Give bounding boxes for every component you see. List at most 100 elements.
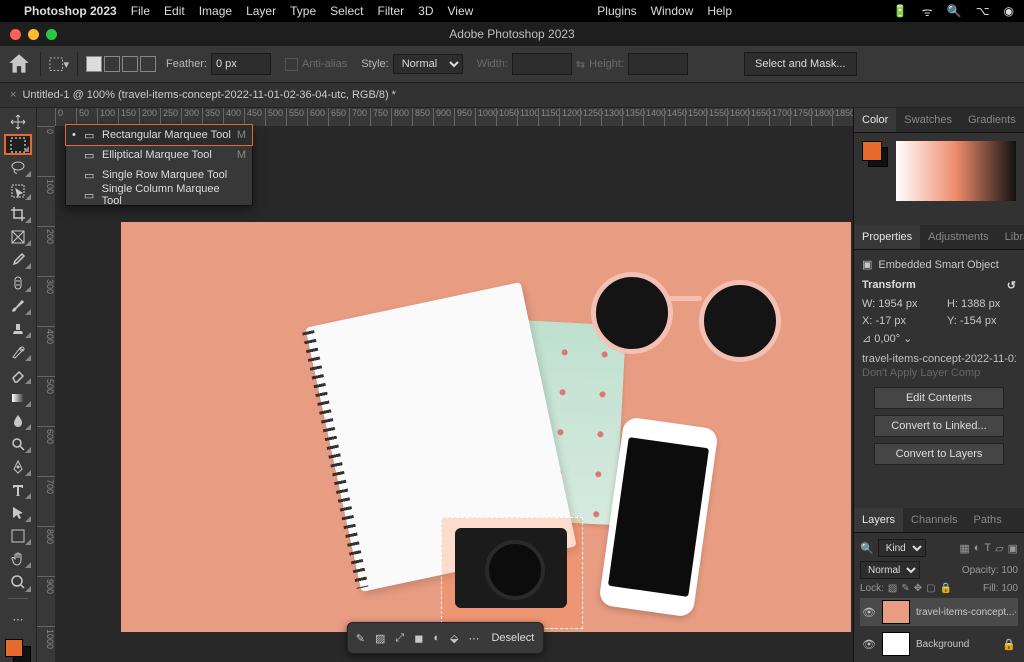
transform-angle[interactable]: ⊿ 0,00° ⌄: [862, 332, 931, 345]
path-selection-tool[interactable]: [4, 502, 32, 523]
layer-filter-kind[interactable]: Kind: [878, 539, 926, 557]
home-button[interactable]: [6, 51, 32, 77]
wifi-icon[interactable]: ᯤ: [922, 3, 933, 20]
lasso-tool[interactable]: [4, 157, 32, 178]
select-add-icon[interactable]: [104, 56, 120, 72]
marquee-tool[interactable]: [4, 134, 32, 155]
object-selection-tool[interactable]: [4, 180, 32, 201]
select-subject-icon[interactable]: ▨: [375, 632, 385, 645]
frame-tool[interactable]: [4, 226, 32, 247]
contextual-task-bar[interactable]: ✎ ▨ ⤢ ◼ ◐ ⬙ ⋯ Deselect: [347, 622, 544, 654]
feather-input[interactable]: [211, 53, 271, 75]
eraser-tool[interactable]: [4, 364, 32, 385]
fill-icon[interactable]: ⬙: [450, 632, 458, 645]
zoom-tool[interactable]: [4, 571, 32, 592]
style-select[interactable]: Normal: [393, 54, 463, 74]
healing-brush-tool[interactable]: [4, 272, 32, 293]
mask-icon[interactable]: ◼: [414, 632, 423, 645]
clone-stamp-tool[interactable]: [4, 318, 32, 339]
menu-image[interactable]: Image: [199, 4, 232, 18]
history-brush-tool[interactable]: [4, 341, 32, 362]
shape-tool[interactable]: [4, 525, 32, 546]
flyout-item[interactable]: •▭Rectangular Marquee ToolM: [66, 125, 252, 145]
type-tool[interactable]: [4, 479, 32, 500]
visibility-toggle-icon[interactable]: 👁: [862, 606, 876, 619]
edit-toolbar-button[interactable]: ⋯: [4, 609, 32, 630]
tab-gradients[interactable]: Gradients: [960, 108, 1024, 132]
blend-mode-select[interactable]: Normal: [860, 561, 920, 579]
menu-window[interactable]: Window: [651, 4, 694, 18]
layer-row[interactable]: 👁 travel-items-concept...-1: [860, 598, 1018, 626]
pen-tool[interactable]: [4, 456, 32, 477]
tab-properties[interactable]: Properties: [854, 225, 920, 249]
layer-name[interactable]: Background: [916, 639, 996, 650]
edit-contents-button[interactable]: Edit Contents: [874, 387, 1004, 409]
canvas-viewport[interactable]: 0501001502002503003504004505005506006507…: [37, 108, 853, 662]
tab-adjustments[interactable]: Adjustments: [920, 225, 997, 249]
color-panel[interactable]: [854, 133, 1024, 225]
transform-y[interactable]: Y: -154 px: [947, 315, 1016, 327]
menu-plugins[interactable]: Plugins: [597, 4, 636, 18]
blur-tool[interactable]: [4, 410, 32, 431]
adjustment-icon[interactable]: ◐: [433, 632, 440, 644]
foreground-color-swatch[interactable]: [5, 639, 23, 657]
filter-adjust-icon[interactable]: ◐: [974, 542, 981, 555]
document-tab[interactable]: × Untitled-1 @ 100% (travel-items-concep…: [0, 83, 1024, 108]
transform-h[interactable]: H: 1388 px: [947, 298, 1016, 310]
convert-to-layers-button[interactable]: Convert to Layers: [874, 443, 1004, 465]
current-tool-icon[interactable]: ▾: [49, 54, 69, 74]
ruler-origin[interactable]: [37, 108, 56, 127]
convert-to-linked-button[interactable]: Convert to Linked...: [874, 415, 1004, 437]
reset-transform-icon[interactable]: ↺: [1007, 279, 1016, 292]
menu-select[interactable]: Select: [330, 4, 363, 18]
hand-tool[interactable]: [4, 548, 32, 569]
siri-icon[interactable]: ◉: [1004, 4, 1014, 18]
more-icon[interactable]: ⋯: [468, 632, 479, 645]
menu-type[interactable]: Type: [290, 4, 316, 18]
generative-fill-icon[interactable]: ✎: [356, 632, 365, 645]
close-tab-icon[interactable]: ×: [10, 89, 16, 101]
lock-artboard-icon[interactable]: ▢: [926, 583, 935, 594]
deselect-button[interactable]: Deselect: [491, 632, 534, 644]
flyout-item[interactable]: ▭Elliptical Marquee ToolM: [66, 145, 252, 165]
minimize-window-button[interactable]: [28, 29, 39, 40]
vertical-ruler[interactable]: 01002003004005006007008009001000: [37, 126, 55, 662]
tab-swatches[interactable]: Swatches: [896, 108, 960, 132]
filter-smart-icon[interactable]: ▣: [1008, 542, 1018, 555]
menu-help[interactable]: Help: [707, 4, 732, 18]
spotlight-icon[interactable]: 🔍: [947, 4, 962, 18]
control-center-icon[interactable]: ⌥: [976, 4, 990, 18]
lock-position-icon[interactable]: ✥: [914, 583, 922, 594]
remove-background-icon[interactable]: ⤢: [395, 632, 404, 645]
tab-layers[interactable]: Layers: [854, 508, 903, 532]
menu-edit[interactable]: Edit: [164, 4, 185, 18]
color-swatch[interactable]: [5, 639, 31, 662]
select-new-icon[interactable]: [86, 56, 102, 72]
battery-icon[interactable]: 🔋: [893, 4, 908, 18]
move-tool[interactable]: [4, 111, 32, 132]
menu-view[interactable]: View: [448, 4, 474, 18]
filter-type-icon[interactable]: T: [984, 542, 991, 555]
flyout-item[interactable]: ▭Single Row Marquee Tool: [66, 165, 252, 185]
tab-paths[interactable]: Paths: [966, 508, 1010, 532]
artboard[interactable]: [121, 222, 851, 632]
crop-tool[interactable]: [4, 203, 32, 224]
eyedropper-tool[interactable]: [4, 249, 32, 270]
transform-x[interactable]: X: -17 px: [862, 315, 931, 327]
app-name[interactable]: Photoshop 2023: [24, 4, 117, 18]
menu-layer[interactable]: Layer: [246, 4, 276, 18]
tab-channels[interactable]: Channels: [903, 508, 965, 532]
gradient-tool[interactable]: [4, 387, 32, 408]
selection-mode-buttons[interactable]: [86, 56, 156, 72]
lock-paint-icon[interactable]: ✎: [901, 583, 909, 594]
layer-thumbnail[interactable]: [882, 632, 910, 656]
filter-shape-icon[interactable]: ▱: [995, 542, 1003, 555]
select-and-mask-button[interactable]: Select and Mask...: [744, 52, 857, 76]
flyout-item[interactable]: ▭Single Column Marquee Tool: [66, 185, 252, 205]
visibility-toggle-icon[interactable]: 👁: [862, 638, 876, 651]
select-subtract-icon[interactable]: [122, 56, 138, 72]
layer-name[interactable]: travel-items-concept...-1: [916, 607, 1016, 618]
filter-pixel-icon[interactable]: ▦: [959, 542, 969, 555]
layer-thumbnail[interactable]: [882, 600, 910, 624]
menu-3d[interactable]: 3D: [418, 4, 433, 18]
